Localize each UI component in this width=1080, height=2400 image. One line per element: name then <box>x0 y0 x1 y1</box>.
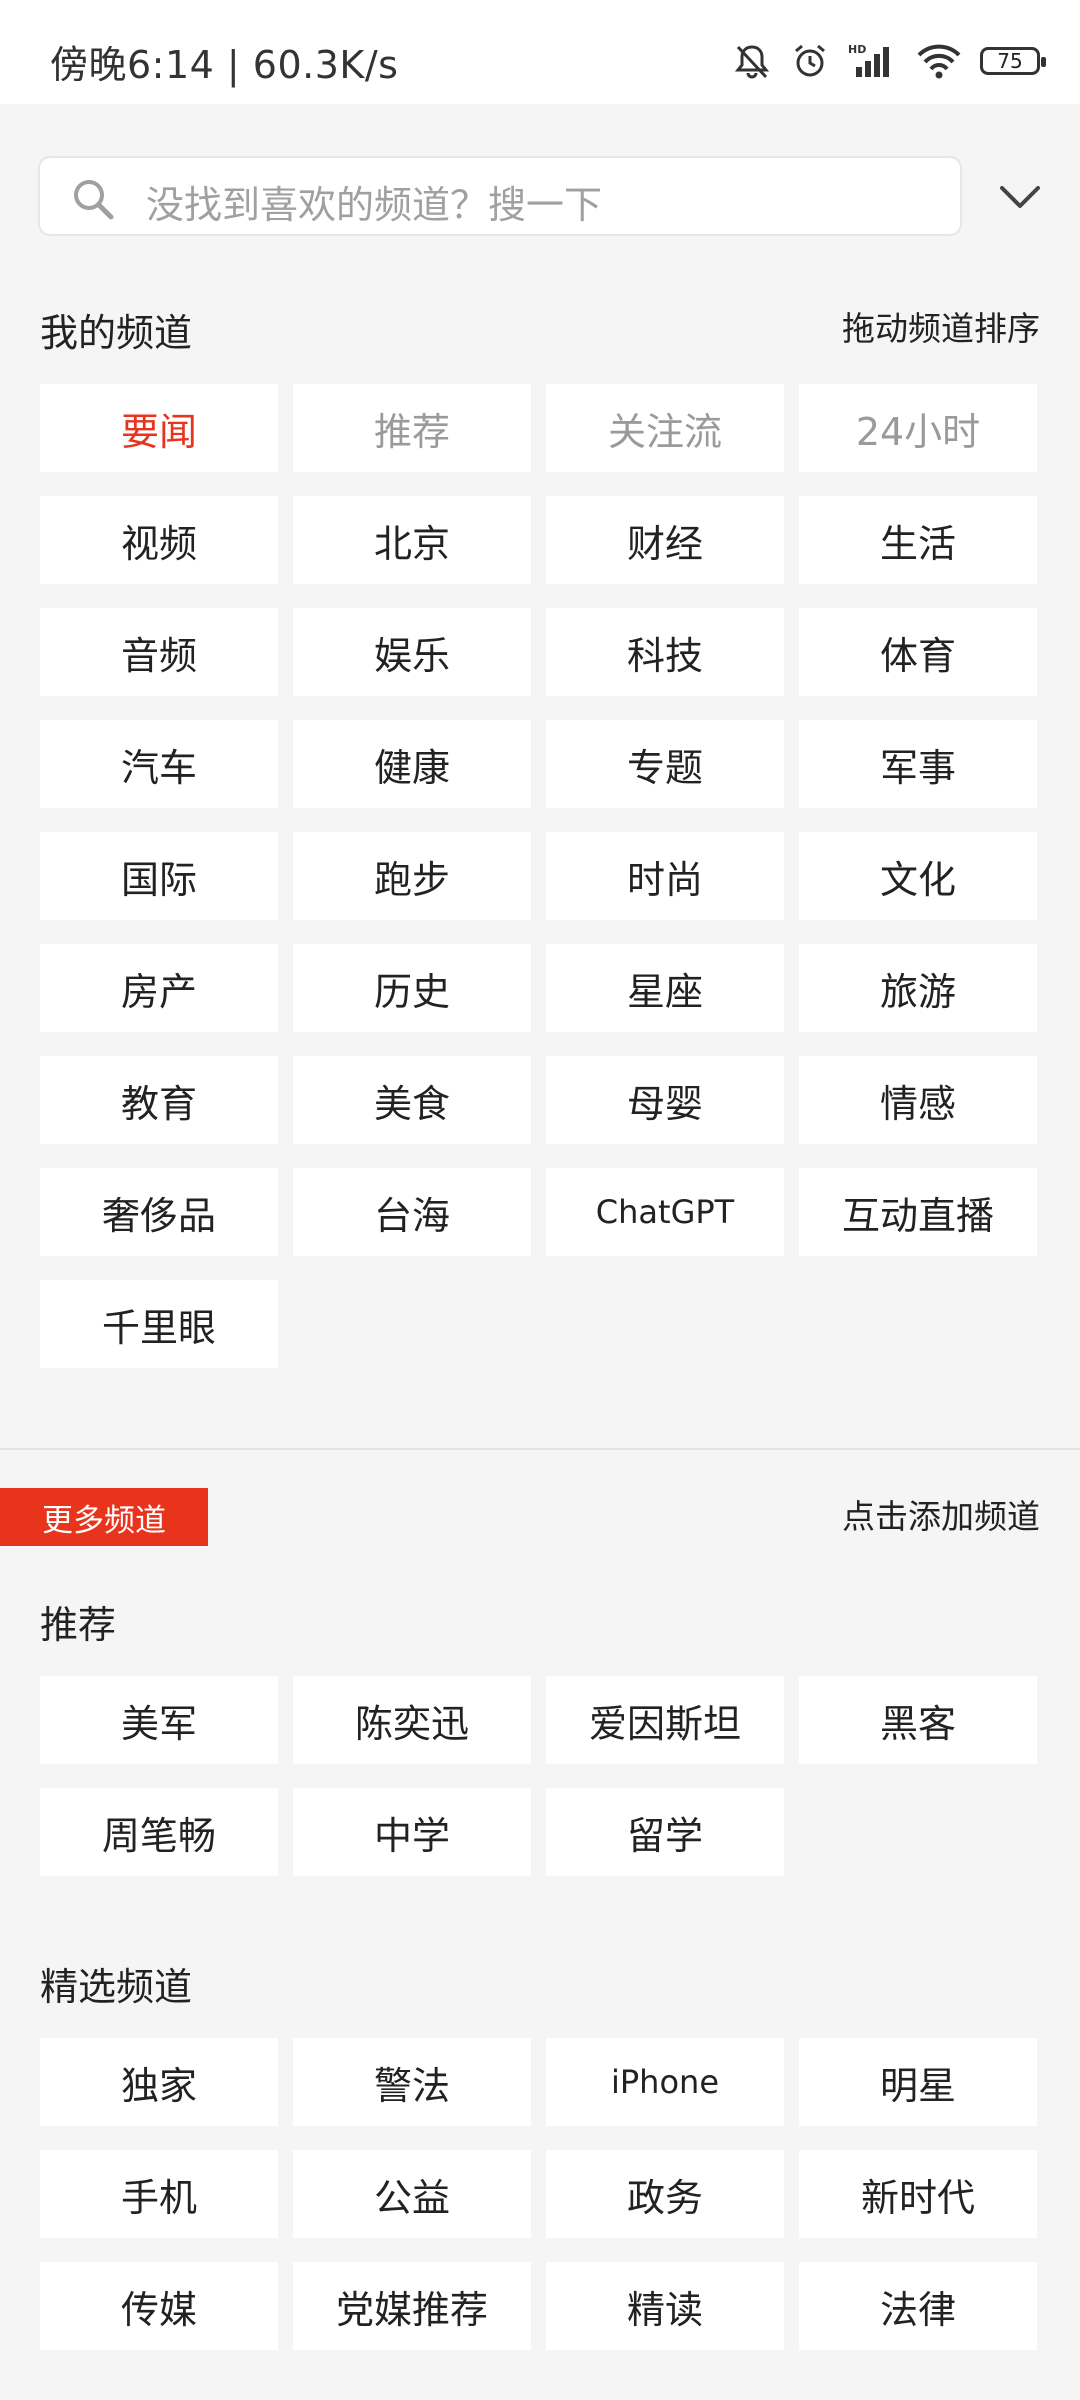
my-channels-title: 我的频道 <box>40 311 193 355</box>
svg-text:HD: HD <box>848 43 866 56</box>
more-channels-badge: 更多频道 <box>0 1488 208 1546</box>
hd-signal-icon: HD <box>848 41 898 81</box>
my-channel-chip[interactable]: 跑步 <box>293 832 531 920</box>
my-channel-chip[interactable]: 要闻 <box>40 384 278 472</box>
my-channel-chip[interactable]: 军事 <box>799 720 1037 808</box>
alarm-icon <box>790 41 830 81</box>
my-channel-chip[interactable]: 音频 <box>40 608 278 696</box>
search-placeholder: 没找到喜欢的频道？搜一下 <box>146 183 603 227</box>
my-channel-chip[interactable]: 时尚 <box>546 832 784 920</box>
my-channel-chip[interactable]: 健康 <box>293 720 531 808</box>
my-channel-chip[interactable]: ChatGPT <box>546 1168 784 1256</box>
my-channel-chip[interactable]: 关注流 <box>546 384 784 472</box>
my-channel-chip[interactable]: 教育 <box>40 1056 278 1144</box>
featured-channel-chip[interactable]: iPhone <box>546 2038 784 2126</box>
status-time: 傍晚6:14 | 60.3K/s <box>50 43 399 87</box>
my-channel-chip[interactable]: 奢侈品 <box>40 1168 278 1256</box>
my-channel-chip[interactable]: 汽车 <box>40 720 278 808</box>
chevron-down-icon[interactable] <box>998 176 1042 220</box>
search-input[interactable]: 没找到喜欢的频道？搜一下 <box>38 156 962 236</box>
my-channel-chip[interactable]: 母婴 <box>546 1056 784 1144</box>
status-icons: HD 75 <box>732 36 1046 86</box>
battery-icon: 75 <box>980 47 1046 75</box>
recommended-channel-chip[interactable]: 周笔畅 <box>40 1788 278 1876</box>
divider <box>0 1448 1080 1450</box>
wifi-icon <box>916 41 962 81</box>
featured-channel-chip[interactable]: 党媒推荐 <box>293 2262 531 2350</box>
my-channel-chip[interactable]: 24小时 <box>799 384 1037 472</box>
my-channel-chip[interactable]: 台海 <box>293 1168 531 1256</box>
my-channel-chip[interactable]: 美食 <box>293 1056 531 1144</box>
my-channel-chip[interactable]: 历史 <box>293 944 531 1032</box>
my-channel-chip[interactable]: 千里眼 <box>40 1280 278 1368</box>
my-channel-chip[interactable]: 国际 <box>40 832 278 920</box>
recommended-channel-chip[interactable]: 美军 <box>40 1676 278 1764</box>
my-channel-chip[interactable]: 旅游 <box>799 944 1037 1032</box>
my-channel-chip[interactable]: 生活 <box>799 496 1037 584</box>
drag-sort-hint[interactable]: 拖动频道排序 <box>842 302 1040 350</box>
my-channel-chip[interactable]: 情感 <box>799 1056 1037 1144</box>
featured-channel-chip[interactable]: 手机 <box>40 2150 278 2238</box>
recommended-channel-chip[interactable]: 黑客 <box>799 1676 1037 1764</box>
featured-channel-chip[interactable]: 传媒 <box>40 2262 278 2350</box>
recommended-channel-chip[interactable]: 爱因斯坦 <box>546 1676 784 1764</box>
my-channel-chip[interactable]: 房产 <box>40 944 278 1032</box>
search-row: 没找到喜欢的频道？搜一下 <box>38 156 1042 238</box>
featured-channel-chip[interactable]: 公益 <box>293 2150 531 2238</box>
recommended-channel-chip[interactable]: 中学 <box>293 1788 531 1876</box>
my-channel-chip[interactable]: 星座 <box>546 944 784 1032</box>
my-channel-chip[interactable]: 推荐 <box>293 384 531 472</box>
recommended-channel-chip[interactable]: 陈奕迅 <box>293 1676 531 1764</box>
bell-off-icon <box>732 41 772 81</box>
featured-channel-chip[interactable]: 警法 <box>293 2038 531 2126</box>
featured-title: 精选频道 <box>40 1965 193 2009</box>
featured-channel-chip[interactable]: 独家 <box>40 2038 278 2126</box>
my-channel-chip[interactable]: 财经 <box>546 496 784 584</box>
status-bar: 傍晚6:14 | 60.3K/s HD 75 <box>0 0 1080 104</box>
my-channel-chip[interactable]: 北京 <box>293 496 531 584</box>
my-channel-chip[interactable]: 娱乐 <box>293 608 531 696</box>
featured-channel-chip[interactable]: 新时代 <box>799 2150 1037 2238</box>
my-channel-chip[interactable]: 专题 <box>546 720 784 808</box>
featured-channel-chip[interactable]: 精读 <box>546 2262 784 2350</box>
add-channel-hint: 点击添加频道 <box>842 1497 1040 1536</box>
my-channel-chip[interactable]: 视频 <box>40 496 278 584</box>
featured-channel-chip[interactable]: 政务 <box>546 2150 784 2238</box>
recommended-title: 推荐 <box>40 1603 117 1647</box>
featured-channel-chip[interactable]: 明星 <box>799 2038 1037 2126</box>
my-channel-chip[interactable]: 互动直播 <box>799 1168 1037 1256</box>
recommended-channel-chip[interactable]: 留学 <box>546 1788 784 1876</box>
my-channel-chip[interactable]: 体育 <box>799 608 1037 696</box>
featured-channel-chip[interactable]: 法律 <box>799 2262 1037 2350</box>
my-channel-chip[interactable]: 科技 <box>546 608 784 696</box>
my-channel-chip[interactable]: 文化 <box>799 832 1037 920</box>
search-icon <box>70 176 116 226</box>
